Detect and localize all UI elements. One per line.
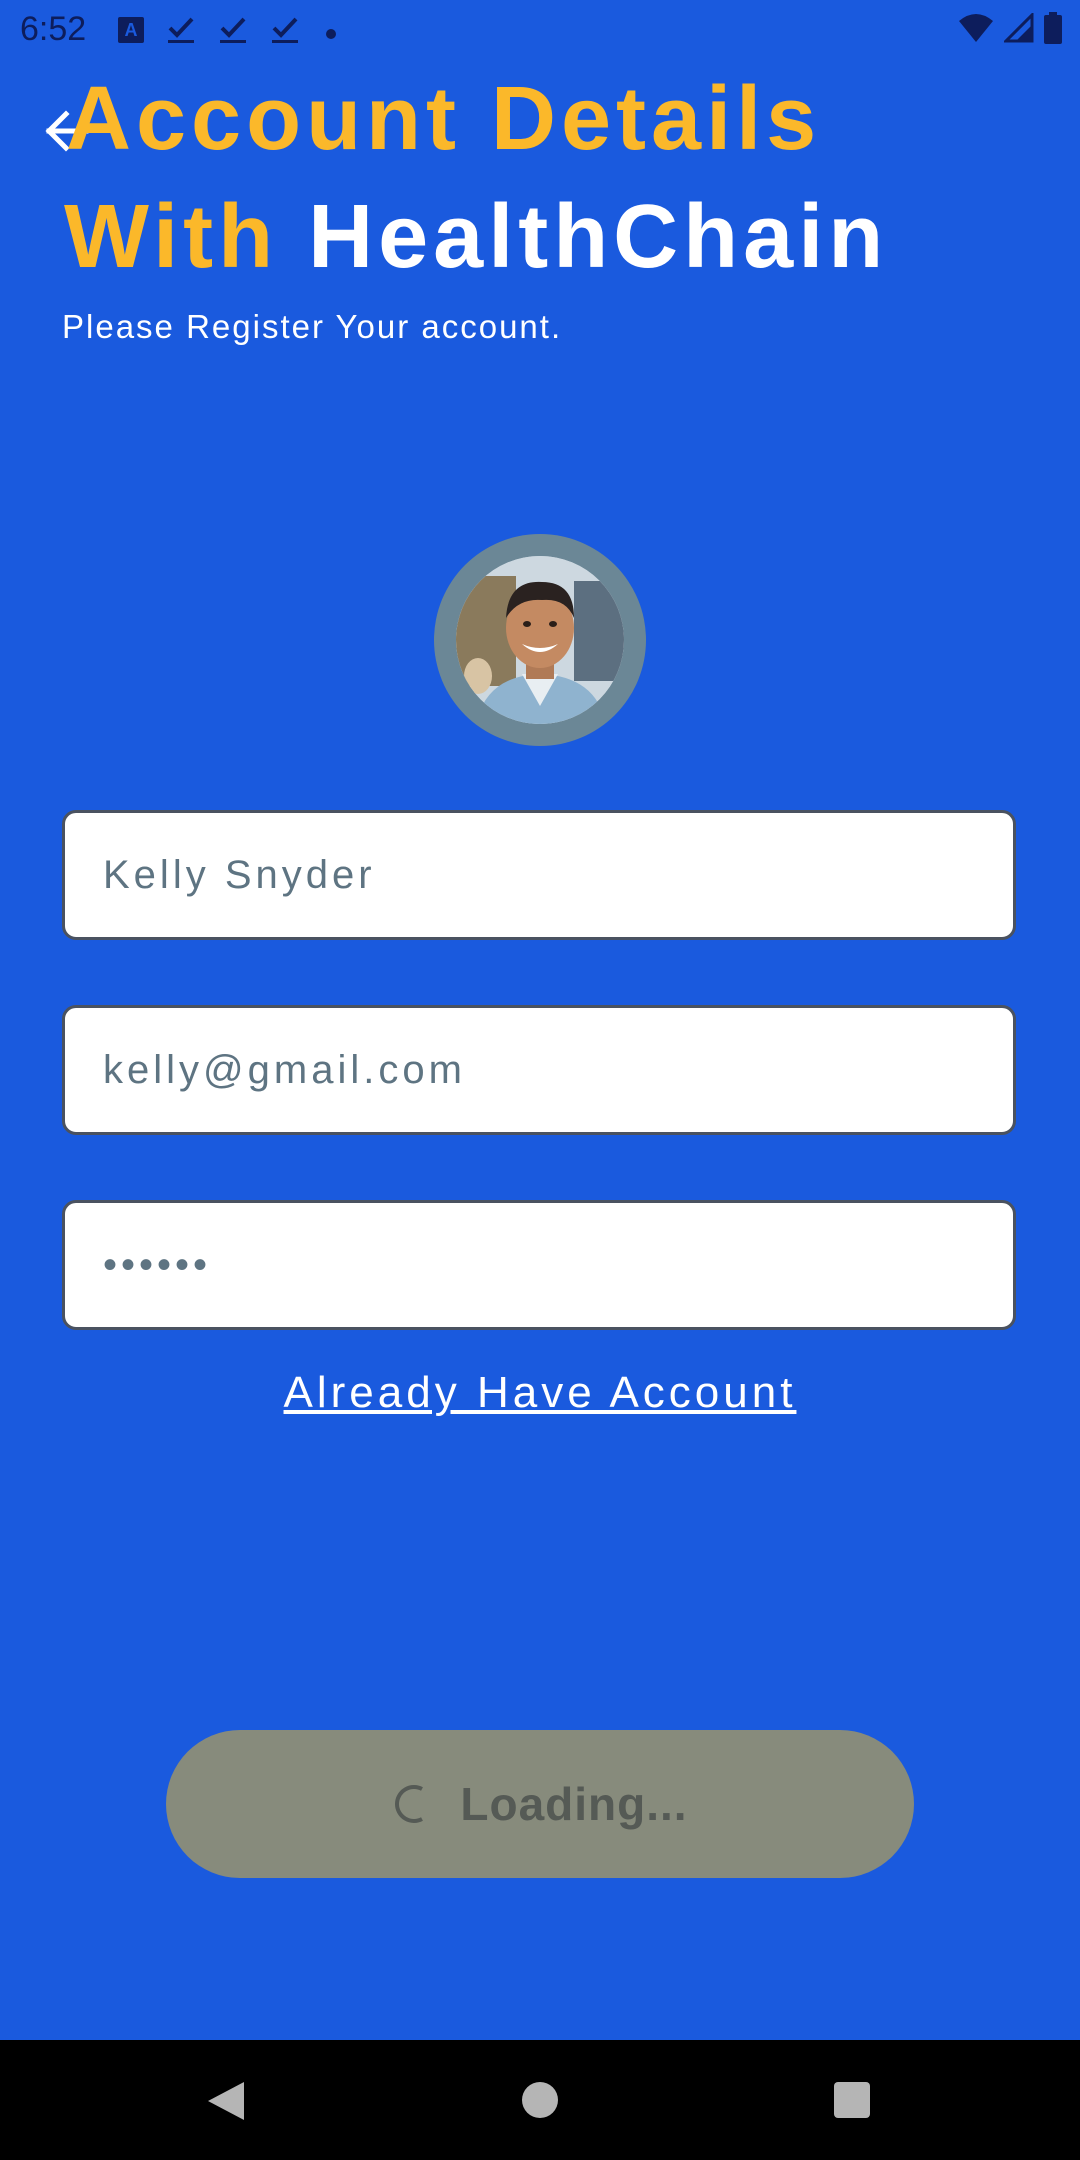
title-with: With: [64, 187, 279, 287]
name-field[interactable]: [62, 810, 1016, 940]
system-icons: [958, 11, 1062, 49]
nav-home-icon[interactable]: [522, 2082, 558, 2118]
status-bar: 6:52 A: [0, 0, 1080, 60]
download-done-icon: [166, 14, 196, 44]
already-have-account-link[interactable]: Already Have Account: [0, 1368, 1080, 1418]
avatar-picker[interactable]: [434, 534, 646, 746]
email-input[interactable]: [65, 1008, 1013, 1132]
email-field[interactable]: [62, 1005, 1016, 1135]
page-title-line2: With HealthChain: [64, 186, 888, 289]
register-button[interactable]: Loading...: [166, 1730, 914, 1878]
notification-icons: A: [118, 14, 336, 44]
wifi-icon: [958, 13, 994, 48]
status-time: 6:52: [20, 10, 87, 48]
loading-spinner-icon: [392, 1783, 434, 1825]
notification-dot-icon: [326, 29, 336, 39]
signal-icon: [1002, 11, 1034, 48]
name-input[interactable]: [65, 813, 1013, 937]
download-done-icon: [270, 14, 300, 44]
page-title-line1: Account Details: [66, 69, 822, 169]
keyboard-a-icon: A: [118, 17, 144, 43]
system-nav-bar: [0, 2040, 1080, 2160]
loading-label: Loading...: [460, 1778, 688, 1830]
page-subtitle: Please Register Your account.: [62, 308, 563, 345]
nav-back-icon[interactable]: [206, 2080, 246, 2127]
avatar: [456, 556, 624, 724]
password-input[interactable]: [65, 1203, 1013, 1327]
battery-icon: [1044, 12, 1062, 49]
brand-name: HealthChain: [308, 187, 889, 287]
password-field[interactable]: [62, 1200, 1016, 1330]
download-done-icon: [218, 14, 248, 44]
nav-recents-icon[interactable]: [834, 2082, 870, 2118]
